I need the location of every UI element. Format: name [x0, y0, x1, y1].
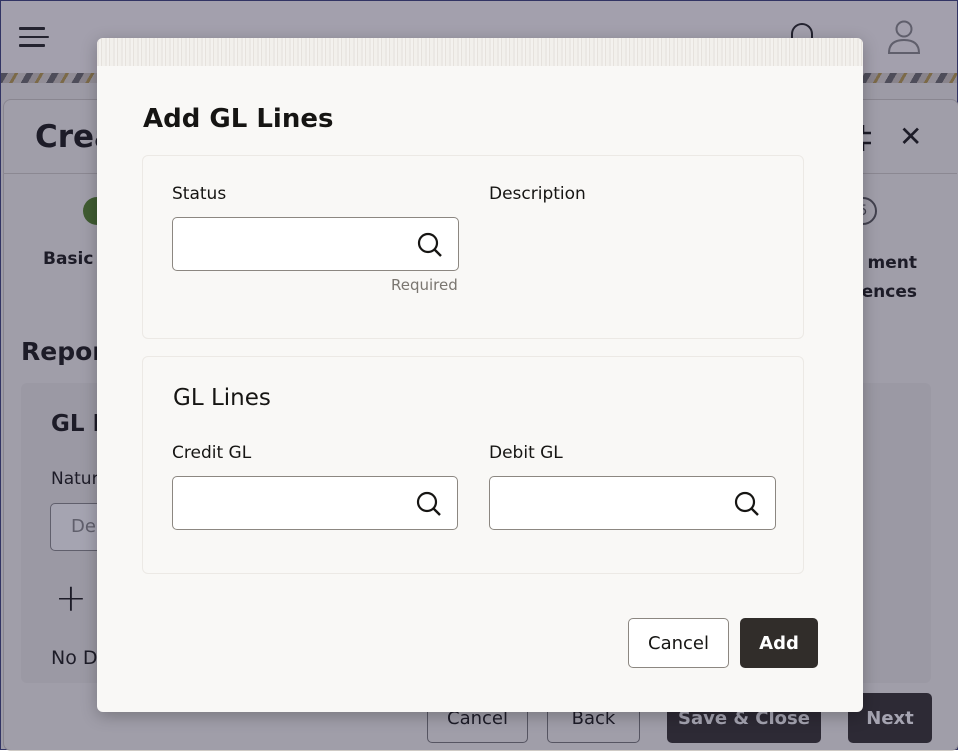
debit-gl-field[interactable]: [489, 476, 776, 530]
dialog-header-texture: [97, 38, 863, 66]
search-icon[interactable]: [415, 490, 443, 518]
status-card: Status Required Description: [142, 155, 804, 339]
gl-lines-title: GL Lines: [173, 385, 271, 411]
credit-gl-field[interactable]: [172, 476, 458, 530]
search-icon[interactable]: [733, 490, 761, 518]
credit-gl-label: Credit GL: [172, 443, 252, 463]
credit-gl-input[interactable]: [173, 477, 401, 529]
status-label: Status: [172, 184, 227, 204]
gl-lines-card: GL Lines Credit GL Debit GL: [142, 356, 804, 574]
description-label: Description: [489, 184, 586, 204]
debit-gl-input[interactable]: [490, 477, 718, 529]
status-required-hint: Required: [391, 276, 458, 294]
search-icon[interactable]: [416, 231, 444, 259]
cancel-button[interactable]: Cancel: [628, 618, 729, 668]
status-input[interactable]: [173, 218, 401, 270]
add-gl-lines-dialog: Add GL Lines Status Required Description…: [97, 38, 863, 712]
debit-gl-label: Debit GL: [489, 443, 563, 463]
status-field[interactable]: [172, 217, 459, 271]
dialog-title: Add GL Lines: [143, 104, 334, 134]
add-button[interactable]: Add: [740, 618, 818, 668]
